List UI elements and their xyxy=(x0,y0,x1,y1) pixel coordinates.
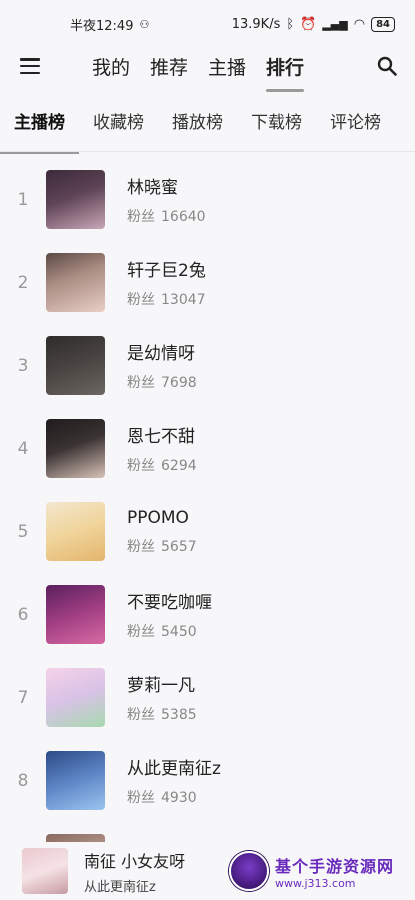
watermark-logo: 基个手游资源网 www.j313.com xyxy=(229,848,409,894)
bluetooth-icon: ᛒ xyxy=(286,16,295,32)
fans-count: 粉丝 16640 xyxy=(127,209,206,225)
avatar xyxy=(46,751,105,810)
mini-player[interactable]: 南征 小女友呀 从此更南征z 基个手游资源网 www.j313.com xyxy=(0,842,415,900)
main-nav: 我的 推荐 主播 排行 xyxy=(92,53,305,92)
anchor-name: 恩七不甜 xyxy=(127,427,195,447)
fans-count: 粉丝 5657 xyxy=(127,538,197,555)
search-icon[interactable] xyxy=(377,56,397,76)
alarm-icon: ⏰ xyxy=(300,16,317,32)
tab-recommend[interactable]: 推荐 xyxy=(150,53,188,80)
subtab-anchor-rank[interactable]: 主播榜 xyxy=(0,108,79,154)
list-item[interactable]: 6 不要吃咖喱 粉丝 5450 xyxy=(0,573,415,656)
avatar xyxy=(46,668,105,727)
ranking-subtabs: 主播榜 收藏榜 播放榜 下载榜 评论榜 xyxy=(0,90,415,154)
anchor-name: 轩子巨2兔 xyxy=(127,261,206,281)
fans-count: 粉丝 7698 xyxy=(127,375,197,391)
player-title: 南征 小女友呀 xyxy=(84,851,186,871)
anchor-name: 不要吃咖喱 xyxy=(127,593,212,613)
menu-icon[interactable] xyxy=(20,58,40,74)
tab-ranking[interactable]: 排行 xyxy=(266,53,305,92)
network-speed: 13.9K/s xyxy=(231,16,281,32)
avatar xyxy=(46,253,105,312)
avatar xyxy=(46,502,105,561)
anchor-name: PPOMO xyxy=(127,507,189,528)
rank-number: 6 xyxy=(17,604,29,625)
tab-anchor[interactable]: 主播 xyxy=(208,53,246,80)
player-artist: 从此更南征z xyxy=(84,879,156,895)
watermark-title: 基个手游资源网 xyxy=(275,856,395,876)
ranking-list: 1 林晓蜜 粉丝 16640 2 轩子巨2兔 粉丝 13047 3 是幼情呀 粉丝 7… xyxy=(0,152,415,900)
subtab-plays-rank[interactable]: 播放榜 xyxy=(172,108,223,133)
anchor-name: 是幼情呀 xyxy=(127,344,195,364)
watermark-emblem xyxy=(229,851,269,891)
list-item[interactable]: 5 PPOMO 粉丝 5657 xyxy=(0,490,415,573)
status-time: 半夜12:49 xyxy=(70,18,134,34)
anchor-name: 萝莉一凡 xyxy=(127,676,195,696)
subtab-favorites-rank[interactable]: 收藏榜 xyxy=(93,108,144,133)
rank-number: 7 xyxy=(17,687,29,708)
list-item[interactable]: 1 林晓蜜 粉丝 16640 xyxy=(0,158,415,241)
fans-count: 粉丝 5385 xyxy=(127,707,197,723)
notification-icon: ⚇ xyxy=(139,17,150,31)
fans-count: 粉丝 6294 xyxy=(127,458,197,474)
list-item[interactable]: 7 萝莉一凡 粉丝 5385 xyxy=(0,656,415,739)
watermark-url: www.j313.com xyxy=(275,876,356,890)
fans-count: 粉丝 13047 xyxy=(127,292,206,308)
rank-number: 1 xyxy=(17,189,29,210)
avatar xyxy=(46,419,105,478)
list-item[interactable]: 8 从此更南征z 粉丝 4930 xyxy=(0,739,415,822)
rank-number: 8 xyxy=(17,770,29,791)
rank-number: 4 xyxy=(17,438,29,459)
rank-number: 2 xyxy=(17,272,29,293)
player-cover xyxy=(22,848,68,894)
anchor-name: 从此更南征z xyxy=(127,759,221,779)
rank-number: 3 xyxy=(17,355,29,376)
subtab-comments-rank[interactable]: 评论榜 xyxy=(330,108,381,133)
signal-icon: ▂▄▆ xyxy=(322,17,348,31)
tab-mine[interactable]: 我的 xyxy=(92,53,130,80)
wifi-icon: ◠ xyxy=(353,16,366,32)
subtab-downloads-rank[interactable]: 下载榜 xyxy=(251,108,302,133)
avatar xyxy=(46,336,105,395)
anchor-name: 林晓蜜 xyxy=(127,178,178,198)
rank-number: 5 xyxy=(17,521,29,542)
list-item[interactable]: 2 轩子巨2兔 粉丝 13047 xyxy=(0,241,415,324)
fans-count: 粉丝 5450 xyxy=(127,624,197,640)
top-header: 我的 推荐 主播 排行 xyxy=(0,48,415,92)
status-bar: 半夜12:49 ⚇ 13.9K/s ᛒ ⏰ ▂▄▆ ◠ 84 xyxy=(0,0,415,48)
fans-count: 粉丝 4930 xyxy=(127,790,197,806)
battery-indicator: 84 xyxy=(371,16,395,32)
avatar xyxy=(46,585,105,644)
list-item[interactable]: 4 恩七不甜 粉丝 6294 xyxy=(0,407,415,490)
avatar xyxy=(46,170,105,229)
list-item[interactable]: 3 是幼情呀 粉丝 7698 xyxy=(0,324,415,407)
